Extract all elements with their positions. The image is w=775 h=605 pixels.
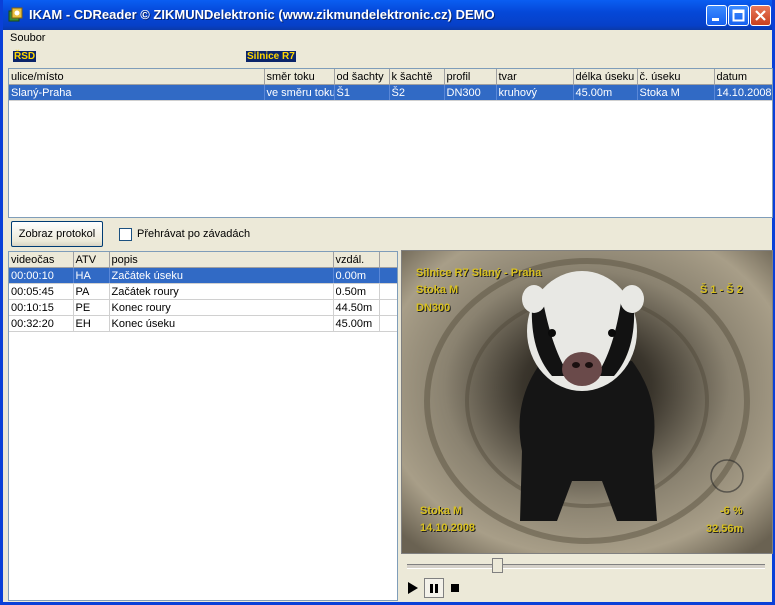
play-icon	[408, 582, 418, 594]
table-cell: kruhový	[496, 84, 574, 101]
menu-file[interactable]: Soubor	[10, 32, 45, 44]
pause-icon	[430, 584, 438, 593]
app-icon	[8, 7, 23, 22]
table-cell: Konec úseku	[109, 315, 334, 332]
table-cell: Š1	[334, 84, 390, 101]
info-row: ŘSD Silnice R7	[3, 48, 772, 66]
column-header[interactable]: délka úseku	[573, 69, 638, 85]
table-cell-spacer	[379, 267, 397, 284]
column-header[interactable]: k šachtě	[389, 69, 445, 85]
seek-slider-track[interactable]	[407, 564, 765, 569]
owner-label: ŘSD	[13, 51, 37, 62]
table-cell: Začátek úseku	[109, 267, 334, 284]
table-cell: 45.00m	[333, 315, 380, 332]
osd-road: Silnice R7 Slaný - Praha	[416, 267, 542, 279]
column-header[interactable]: ulice/místo	[9, 69, 265, 85]
column-header[interactable]: směr toku	[264, 69, 335, 85]
column-header[interactable]: popis	[109, 252, 334, 268]
osd-date: 14.10.2008	[420, 522, 476, 534]
close-button[interactable]	[750, 5, 771, 26]
osd-distance: 32.56m	[706, 523, 744, 535]
maximize-icon	[732, 9, 745, 22]
column-header[interactable]: ATV	[73, 252, 110, 268]
osd-bottom-sewer: Stoka M	[420, 505, 463, 517]
table-cell: ve směru toku	[264, 84, 335, 101]
table-cell: 44.50m	[333, 299, 380, 316]
road-label: Silnice R7	[246, 51, 296, 62]
show-protocol-button[interactable]: Zobraz protokol	[11, 221, 103, 247]
table-cell-spacer	[379, 283, 397, 300]
pause-button[interactable]	[424, 578, 444, 598]
play-by-defects-label: Přehrávat po závadách	[137, 228, 251, 240]
events-table[interactable]: videočas ATV popis vzdál. 00:00:10 HA Začátek…	[8, 251, 398, 601]
seek-slider-thumb[interactable]	[491, 558, 503, 573]
sections-table[interactable]: ulice/místo směr toku od šachty k šachtě pro…	[8, 68, 773, 218]
maximize-button[interactable]	[728, 5, 749, 26]
table-row[interactable]: 00:32:20 EH Konec úseku 45.00m	[9, 315, 397, 332]
table-cell: PA	[73, 283, 110, 300]
table-cell: EH	[73, 315, 110, 332]
table-cell: Slaný-Praha	[9, 84, 265, 101]
column-header[interactable]: č. úseku	[637, 69, 715, 85]
osd-slope: -6 %	[720, 505, 743, 517]
table-cell: Konec roury	[109, 299, 334, 316]
column-header[interactable]: videočas	[9, 252, 74, 268]
column-header[interactable]: vzdál.	[333, 252, 380, 268]
app-window: IKAM - CDReader © ZIKMUNDelektronic (www…	[0, 0, 775, 605]
table-cell: 00:32:20	[9, 315, 74, 332]
column-header[interactable]: tvar	[496, 69, 574, 85]
table-cell: 00:10:15	[9, 299, 74, 316]
window-title: IKAM - CDReader © ZIKMUNDelektronic (www…	[29, 7, 495, 22]
table-cell: 0.00m	[333, 267, 380, 284]
menu-bar: Soubor	[3, 30, 772, 47]
play-button[interactable]	[403, 578, 423, 598]
osd-sewer: Stoka M	[416, 284, 459, 296]
table-cell: 00:00:10	[9, 267, 74, 284]
table-cell-spacer	[379, 315, 397, 332]
stop-icon	[451, 584, 459, 592]
table-row[interactable]: 00:00:10 HA Začátek úseku 0.00m	[9, 267, 397, 284]
column-header[interactable]: datum	[714, 69, 772, 85]
table-row[interactable]: 00:05:45 PA Začátek roury 0.50m	[9, 283, 397, 300]
osd-section: Š 1 - Š 2	[700, 284, 743, 296]
events-header-row: videočas ATV popis vzdál.	[9, 252, 397, 268]
table-cell: 00:05:45	[9, 283, 74, 300]
stop-button[interactable]	[446, 578, 466, 598]
sections-header-row: ulice/místo směr toku od šachty k šachtě pro…	[9, 69, 772, 85]
minimize-icon	[712, 18, 719, 21]
close-icon	[755, 10, 766, 21]
column-header-spacer	[379, 252, 397, 268]
table-cell: 14.10.2008	[714, 84, 772, 101]
table-cell: Stoka M	[637, 84, 715, 101]
table-row[interactable]: 00:10:15 PE Konec roury 44.50m	[9, 299, 397, 316]
title-bar[interactable]: IKAM - CDReader © ZIKMUNDelektronic (www…	[3, 0, 772, 30]
table-cell: HA	[73, 267, 110, 284]
table-row[interactable]: Slaný-Praha ve směru toku Š1 Š2 DN300 kruhový…	[9, 84, 772, 101]
minimize-button[interactable]	[706, 5, 727, 26]
table-cell: 45.00m	[573, 84, 638, 101]
table-cell-spacer	[379, 299, 397, 316]
osd-profile: DN300	[416, 302, 451, 314]
video-frame: Silnice R7 Slaný - Praha Stoka M DN300 Š…	[401, 250, 773, 554]
table-cell: Š2	[389, 84, 445, 101]
table-cell: PE	[73, 299, 110, 316]
column-header[interactable]: profil	[444, 69, 497, 85]
play-by-defects-checkbox[interactable]	[119, 228, 132, 241]
table-cell: Začátek roury	[109, 283, 334, 300]
column-header[interactable]: od šachty	[334, 69, 390, 85]
table-cell: 0.50m	[333, 283, 380, 300]
table-cell: DN300	[444, 84, 497, 101]
